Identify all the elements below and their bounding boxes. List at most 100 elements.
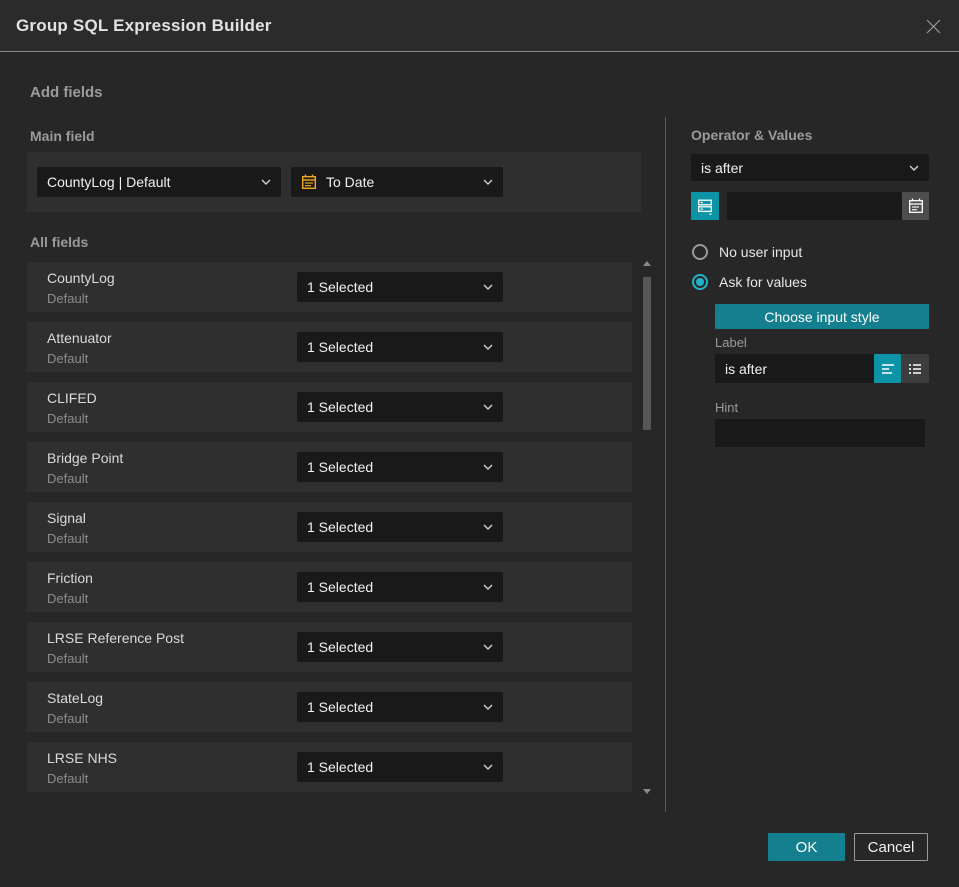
dropdown-value: 1 Selected (307, 339, 374, 355)
field-selection-dropdown[interactable]: 1 Selected (297, 272, 503, 302)
chevron-down-icon (483, 524, 493, 530)
chevron-down-icon (483, 344, 493, 350)
ask-for-values-radio[interactable]: Ask for values (692, 274, 807, 290)
field-sublabel: Default (47, 771, 89, 786)
all-fields-list: CountyLog Default 1 Selected Attenuator Defa… (27, 262, 632, 792)
field-selection-dropdown[interactable]: 1 Selected (297, 752, 503, 782)
calendar-icon (908, 198, 923, 213)
hint-input[interactable] (715, 419, 925, 447)
scrollbar-down-arrow[interactable] (643, 789, 651, 794)
field-sublabel: Default (47, 591, 89, 606)
panel-divider (665, 117, 666, 812)
align-left-icon (881, 363, 894, 374)
field-sublabel: Default (47, 351, 89, 366)
list-style-button[interactable] (901, 354, 929, 383)
field-row: CountyLog Default 1 Selected (27, 262, 632, 312)
field-sublabel: Default (47, 291, 89, 306)
field-selection-dropdown[interactable]: 1 Selected (297, 452, 503, 482)
scrollbar-up-arrow[interactable] (643, 261, 651, 266)
field-row: LRSE NHS Default 1 Selected (27, 742, 632, 792)
dropdown-value: 1 Selected (307, 579, 374, 595)
chevron-down-icon (909, 165, 919, 171)
operator-dropdown[interactable]: is after (691, 154, 929, 181)
main-field-dropdown[interactable]: CountyLog | Default (37, 167, 281, 197)
dropdown-value: 1 Selected (307, 759, 374, 775)
field-selection-dropdown[interactable]: 1 Selected (297, 512, 503, 542)
main-value-dropdown[interactable]: To Date (291, 167, 503, 197)
field-selection-dropdown[interactable]: 1 Selected (297, 572, 503, 602)
field-row: CLIFED Default 1 Selected (27, 382, 632, 432)
field-row: StateLog Default 1 Selected (27, 682, 632, 732)
scrollbar-thumb[interactable] (643, 277, 651, 430)
dialog-title: Group SQL Expression Builder (16, 15, 272, 35)
chevron-down-icon (483, 179, 493, 185)
field-name: Signal (47, 510, 86, 526)
field-row: Signal Default 1 Selected (27, 502, 632, 552)
field-name: Bridge Point (47, 450, 124, 466)
cancel-button[interactable]: Cancel (854, 833, 928, 861)
dropdown-value: is after (701, 159, 744, 176)
dropdown-value: CountyLog | Default (47, 174, 171, 190)
dropdown-value: To Date (326, 174, 375, 190)
radio-label: Ask for values (719, 274, 807, 290)
choose-input-style-button[interactable]: Choose input style (715, 304, 929, 329)
chevron-down-icon (483, 644, 493, 650)
add-fields-heading: Add fields (30, 84, 103, 101)
label-input[interactable] (715, 354, 874, 383)
dropdown-value: 1 Selected (307, 279, 374, 295)
no-user-input-radio[interactable]: No user input (692, 244, 802, 260)
radio-circle-icon (692, 244, 708, 260)
dropdown-value: 1 Selected (307, 399, 374, 415)
calendar-icon (302, 174, 317, 190)
field-sublabel: Default (47, 711, 89, 726)
dropdown-value: 1 Selected (307, 699, 374, 715)
field-name: StateLog (47, 690, 104, 706)
field-name: CountyLog (47, 270, 115, 286)
stacked-values-icon (697, 199, 712, 215)
field-name: Attenuator (47, 330, 112, 346)
operator-values-heading: Operator & Values (691, 127, 813, 143)
radio-label: No user input (719, 244, 803, 260)
dropdown-value: 1 Selected (307, 519, 374, 535)
field-name: LRSE Reference Post (47, 630, 184, 646)
field-sublabel: Default (47, 411, 89, 426)
value-source-button[interactable] (691, 192, 719, 220)
field-sublabel: Default (47, 471, 89, 486)
chevron-down-icon (483, 704, 493, 710)
value-input[interactable] (727, 192, 902, 220)
field-row: Attenuator Default 1 Selected (27, 322, 632, 372)
field-selection-dropdown[interactable]: 1 Selected (297, 692, 503, 722)
group-sql-expression-builder-dialog: Group SQL Expression Builder Add fields … (0, 0, 959, 887)
dropdown-value: 1 Selected (307, 639, 374, 655)
main-field-panel: CountyLog | Default To Date (27, 152, 641, 212)
field-row: Bridge Point Default 1 Selected (27, 442, 632, 492)
date-picker-button[interactable] (902, 192, 929, 220)
field-selection-dropdown[interactable]: 1 Selected (297, 632, 503, 662)
dropdown-value: 1 Selected (307, 459, 374, 475)
field-selection-dropdown[interactable]: 1 Selected (297, 392, 503, 422)
field-row: LRSE Reference Post Default 1 Selected (27, 622, 632, 672)
chevron-down-icon (483, 404, 493, 410)
field-name: LRSE NHS (47, 750, 118, 766)
main-field-heading: Main field (30, 128, 95, 144)
ok-button[interactable]: OK (768, 833, 845, 861)
chevron-down-icon (261, 179, 271, 185)
close-button[interactable] (921, 14, 945, 38)
chevron-down-icon (483, 764, 493, 770)
title-bar: Group SQL Expression Builder (0, 0, 959, 52)
bulleted-list-icon (909, 363, 921, 374)
chevron-down-icon (483, 584, 493, 590)
radio-circle-selected-icon (692, 274, 708, 290)
close-icon (926, 19, 940, 33)
hint-field-label: Hint (715, 400, 739, 415)
field-selection-dropdown[interactable]: 1 Selected (297, 332, 503, 362)
chevron-down-icon (483, 284, 493, 290)
field-sublabel: Default (47, 651, 89, 666)
field-name: CLIFED (47, 390, 97, 406)
single-line-style-button[interactable] (874, 354, 901, 383)
field-name: Friction (47, 570, 93, 586)
chevron-down-icon (483, 464, 493, 470)
label-field-label: Label (715, 335, 747, 350)
all-fields-heading: All fields (30, 234, 89, 250)
field-sublabel: Default (47, 531, 89, 546)
